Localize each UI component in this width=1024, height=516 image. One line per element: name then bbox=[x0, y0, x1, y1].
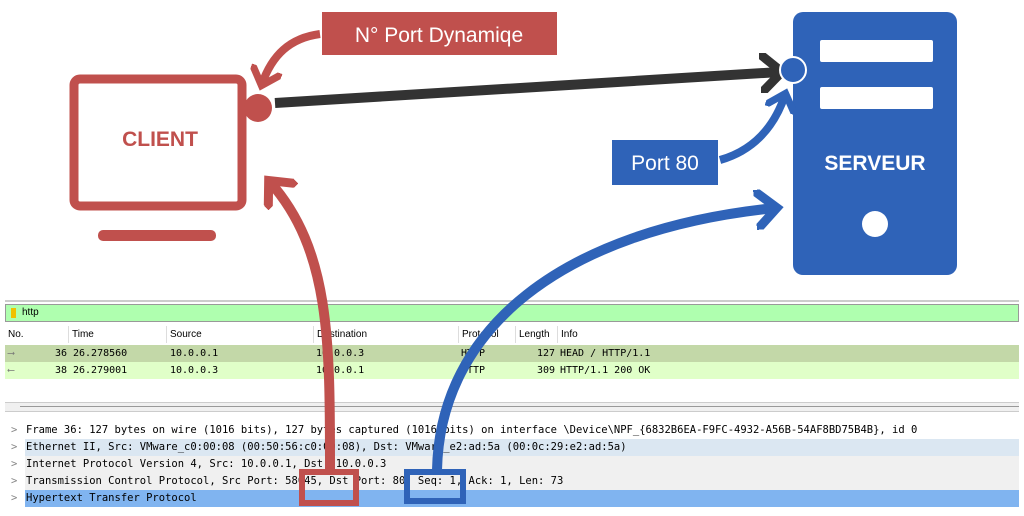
dst-port-highlight bbox=[404, 469, 466, 504]
server-port-dot bbox=[779, 56, 807, 84]
client-computer-icon bbox=[69, 74, 247, 241]
dynamic-port-label: N° Port Dynamiqe bbox=[355, 24, 523, 47]
port80-label: Port 80 bbox=[631, 152, 699, 175]
server-icon bbox=[793, 12, 957, 275]
connection-arrow bbox=[274, 72, 780, 108]
client-port-dot bbox=[244, 94, 272, 122]
diagram-overlay: CLIENT SERVEUR N° Port Dynamiqe Port 80 bbox=[69, 12, 957, 506]
server-label: SERVEUR bbox=[824, 152, 925, 175]
dst-port-arrow bbox=[432, 208, 775, 471]
dynamic-port-arrow bbox=[262, 30, 321, 84]
client-label: CLIENT bbox=[122, 128, 198, 151]
src-port-highlight bbox=[299, 469, 359, 506]
src-port-arrow bbox=[270, 182, 335, 471]
port80-arrow bbox=[718, 95, 785, 164]
